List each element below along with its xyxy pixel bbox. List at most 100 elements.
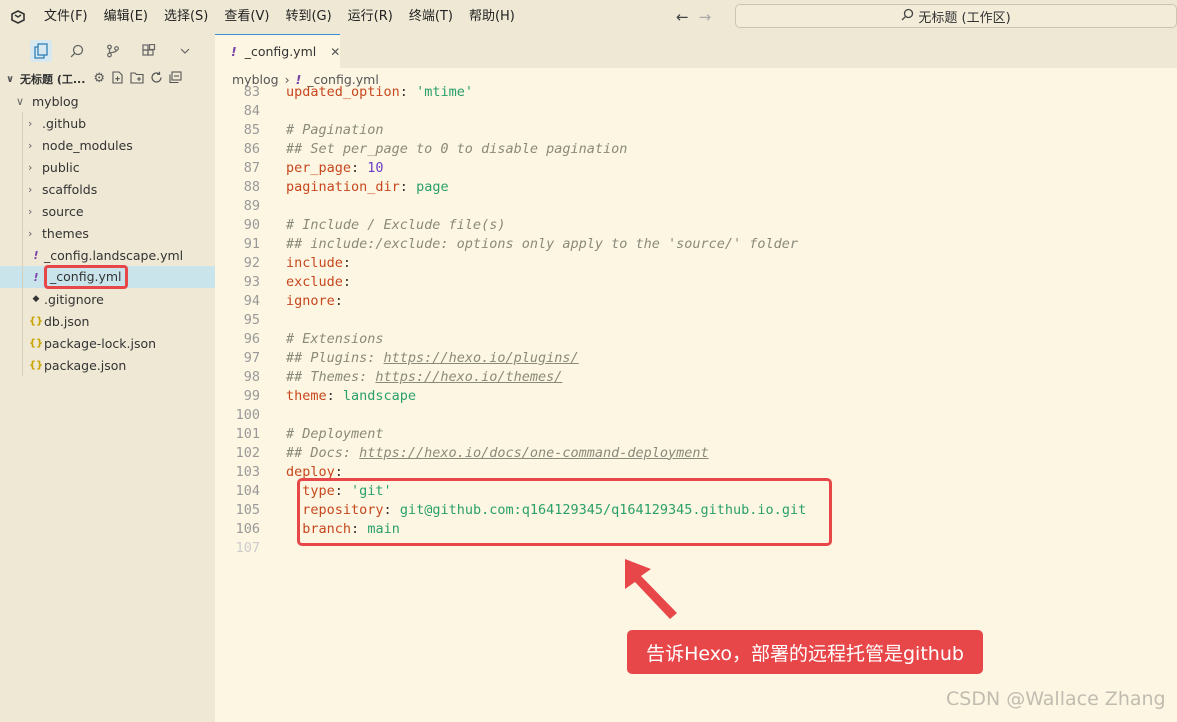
explorer-icon[interactable] [30,40,52,62]
search-icon [901,8,914,25]
tree-item[interactable]: › node_modules [0,134,215,156]
code-text: include: [260,255,351,271]
code-text: # Extensions [260,331,384,347]
close-icon[interactable]: ✕ [330,45,340,59]
title-bar: 文件(F) 编辑(E) 选择(S) 查看(V) 转到(G) 运行(R) 终端(T) 帮助(H)… [0,0,1177,34]
code-token: 'mtime' [416,83,473,100]
line-number: 83 [243,83,260,100]
indent-guide [22,156,23,178]
workspace-label: 无标题 (工... [20,73,86,86]
refresh-icon[interactable] [150,71,163,88]
json-file-icon: {} [28,315,44,327]
menu-item-4[interactable]: 转到(G) [277,0,339,34]
forward-arrow-icon[interactable]: → [699,8,712,26]
yaml-file-icon: ! [33,270,39,284]
tree-item[interactable]: › public [0,156,215,178]
code-token: ## Themes: [286,368,376,385]
line-number: 98 [243,368,260,385]
code-line: 102 ## Docs: https://hexo.io/docs/one-com… [215,443,1177,462]
indent-guide [22,288,23,310]
menu-item-0[interactable]: 文件(F) [36,0,96,34]
code-text: per_page: 10 [260,160,384,176]
tab-config-yml[interactable]: ! _config.yml ✕ [215,34,340,68]
collapse-all-icon[interactable] [169,70,182,88]
code-text: ## Set per_page to 0 to disable paginati… [260,141,627,157]
tree-item[interactable]: {} db.json [0,310,215,332]
json-file-icon: {} [28,337,44,349]
yaml-file-icon: ! [33,248,39,262]
workspace-header[interactable]: ∨ 无标题 (工... ⚙ [0,68,215,90]
tree-root-myblog[interactable]: ∨ myblog [0,90,215,112]
chevron-right-icon: › [28,138,33,152]
menu-item-3[interactable]: 查看(V) [216,0,277,34]
tree-item[interactable]: › themes [0,222,215,244]
line-number: 87 [243,159,260,176]
code-line: 88 pagination_dir: page [215,177,1177,196]
code-token: ## include:/exclude: options only apply … [286,235,799,252]
tree-item[interactable]: ! _config.yml [0,265,215,289]
tree-item[interactable]: {} package-lock.json [0,332,215,354]
menu-item-2[interactable]: 选择(S) [156,0,216,34]
new-folder-icon[interactable] [130,71,144,88]
indent-guide [22,200,23,222]
tree-item-label: .gitignore [44,291,104,307]
tree-item[interactable]: › scaffolds [0,178,215,200]
code-line: 101 # Deployment [215,424,1177,443]
code-line: 92 include: [215,253,1177,272]
tree-item-label: scaffolds [42,181,98,197]
code-token: : [399,83,417,100]
line-number: 97 [243,349,260,366]
workspace-tools: ⚙ [93,71,182,88]
chevron-down-icon[interactable] [174,40,196,62]
code-token: # Pagination [286,121,384,138]
annotation-arrow-icon [625,559,677,619]
menu-item-7[interactable]: 帮助(H) [461,0,523,34]
activity-bar [0,34,215,68]
tree-item[interactable]: › .github [0,112,215,134]
tree-item-label: _config.yml [44,265,128,289]
chevron-right-icon: › [28,160,33,174]
chevron-right-icon: › [28,182,33,196]
tree-item[interactable]: ◆ .gitignore [0,288,215,310]
gear-icon[interactable]: ⚙ [93,71,105,88]
line-number: 84 [243,102,260,119]
tree-item[interactable]: ! _config.landscape.yml [0,244,215,266]
chevron-right-icon: › [28,226,33,240]
menu-item-1[interactable]: 编辑(E) [96,0,156,34]
line-number: 103 [235,463,260,480]
tree-item-label: package.json [44,357,127,373]
code-text: updated_option: 'mtime' [260,84,473,100]
indent-guide [22,134,23,156]
chevron-down-icon: ∨ [16,94,25,108]
menu-item-5[interactable]: 运行(R) [340,0,401,34]
tree-item[interactable]: {} package.json [0,354,215,376]
line-number: 89 [243,197,260,214]
back-arrow-icon[interactable]: ← [676,8,689,26]
app-logo-icon [0,0,36,34]
code-text: ## Themes: https://hexo.io/themes/ [260,369,562,385]
extensions-icon[interactable] [138,40,160,62]
code-text: theme: landscape [260,388,416,404]
command-center-search[interactable]: 无标题 (工作区) [735,4,1177,28]
tree-item-label: .github [42,115,87,131]
code-token: ignore [286,292,335,309]
code-line: 96 # Extensions [215,329,1177,348]
tree-item[interactable]: › source [0,200,215,222]
code-token: # Deployment [286,425,384,442]
code-line: 91 ## include:/exclude: options only appl… [215,234,1177,253]
chevron-right-icon: › [28,204,33,218]
source-control-icon[interactable] [102,40,124,62]
indent-guide [22,178,23,200]
indent-guide [22,266,23,288]
search-panel-icon[interactable] [66,40,88,62]
tree-item-label: node_modules [42,137,133,153]
deploy-highlight-box [297,478,832,546]
indent-guide [22,112,23,134]
nav-arrows: ← → [676,0,711,34]
code-token: : [399,178,417,195]
code-text: ## Plugins: https://hexo.io/plugins/ [260,350,579,366]
tab-bar: ! _config.yml ✕ [215,34,1177,68]
menu-item-6[interactable]: 终端(T) [401,0,461,34]
chevron-right-icon: › [28,116,33,130]
new-file-icon[interactable] [111,70,124,88]
